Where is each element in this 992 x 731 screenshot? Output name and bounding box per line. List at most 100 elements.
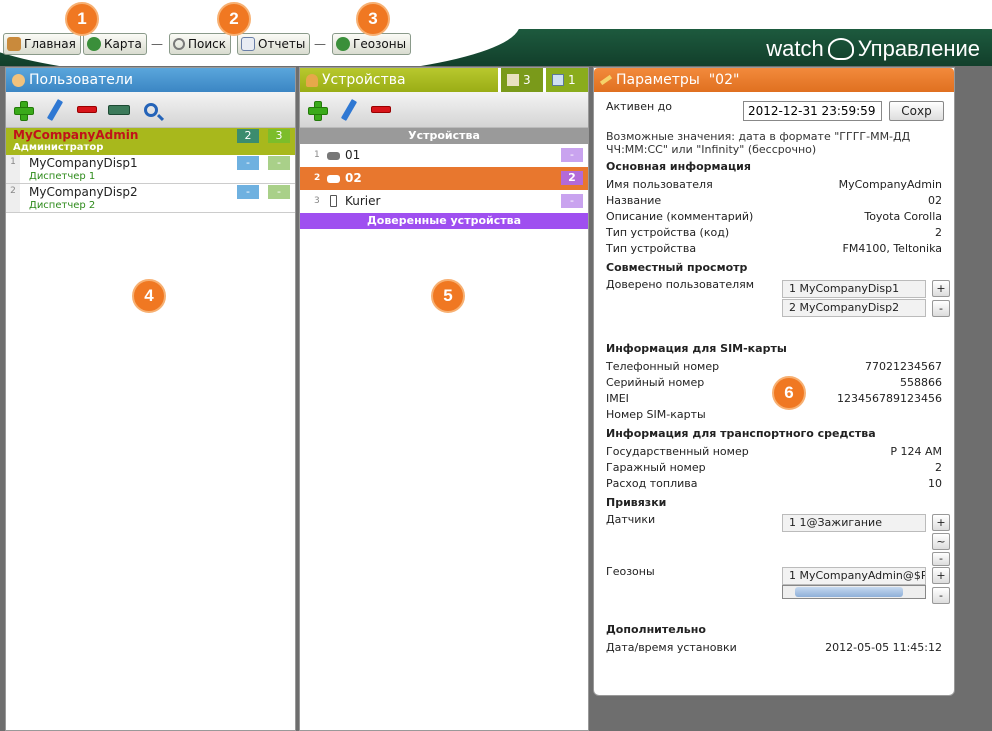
param-key: Имя пользователя bbox=[606, 178, 713, 191]
add-shared-user-button[interactable]: + bbox=[932, 280, 950, 297]
param-row: Телефонный номер 77021234567 bbox=[606, 359, 942, 375]
remove-geozone-button[interactable]: - bbox=[932, 587, 950, 604]
shared-users-row: Доверено пользователям 1 MyCompanyDisp1 … bbox=[606, 278, 950, 338]
admin-count-a: 2 bbox=[237, 129, 259, 143]
delete-user-button[interactable] bbox=[76, 99, 98, 121]
brand-left-text: watch bbox=[766, 36, 824, 61]
add-user-button[interactable] bbox=[12, 99, 34, 121]
devices-count-b: 1 bbox=[568, 73, 576, 87]
car-icon bbox=[327, 175, 340, 183]
row-index: 2 bbox=[6, 184, 20, 212]
shared-user-item[interactable]: 1 MyCompanyDisp1 bbox=[782, 280, 926, 298]
param-row: Гаражный номер 2 bbox=[606, 460, 942, 476]
users-panel: Пользователи MyCompanyAdmin Администрато… bbox=[5, 67, 296, 731]
password-button[interactable] bbox=[108, 99, 130, 121]
row-index: 2 bbox=[314, 173, 321, 183]
plus-icon bbox=[13, 100, 34, 121]
nav-search-button[interactable]: Поиск bbox=[169, 33, 232, 55]
device-badge: - bbox=[561, 148, 583, 162]
row-index: 3 bbox=[314, 196, 320, 206]
nav-separator: — bbox=[314, 37, 326, 51]
param-value: 2 bbox=[935, 461, 942, 474]
devices-section-header: Устройства bbox=[300, 128, 588, 144]
callout-badge: 3 bbox=[356, 2, 390, 36]
edit-user-button[interactable] bbox=[44, 98, 66, 121]
search-icon bbox=[144, 102, 158, 117]
devices-count-tab[interactable]: 3 bbox=[501, 68, 543, 92]
param-row: Государственный номер P 124 AM bbox=[606, 444, 942, 460]
trusted-count-tab[interactable]: 1 bbox=[546, 68, 588, 92]
row-index: 1 bbox=[6, 155, 20, 183]
nav-separator: — bbox=[151, 37, 163, 51]
chart-icon bbox=[552, 74, 564, 86]
param-row: Расход топлива 10 bbox=[606, 476, 942, 492]
sensor-item[interactable]: 1 1@Зажигание bbox=[782, 514, 926, 532]
admin-count-b: 3 bbox=[268, 129, 290, 143]
device-row[interactable]: 1 01 - bbox=[300, 144, 588, 167]
edit-device-button[interactable] bbox=[338, 98, 360, 121]
add-device-button[interactable] bbox=[306, 99, 328, 121]
nav-map-button[interactable]: Карта bbox=[83, 33, 147, 55]
save-button[interactable]: Сохр bbox=[889, 101, 944, 121]
report-chart-icon bbox=[241, 37, 255, 51]
params-panel-title: Параметры "02" bbox=[616, 72, 740, 88]
delete-device-button[interactable] bbox=[370, 99, 392, 121]
user-count-a: - bbox=[237, 185, 259, 199]
param-key: Расход топлива bbox=[606, 477, 698, 490]
device-row-selected[interactable]: 2 02 2 bbox=[300, 167, 588, 190]
signpost-icon bbox=[7, 37, 21, 51]
param-row: Имя пользователя MyCompanyAdmin bbox=[606, 177, 942, 193]
callout-badge: 1 bbox=[65, 2, 99, 36]
nav-home-button[interactable]: Главная bbox=[3, 33, 81, 55]
device-row[interactable]: 3 Kurier - bbox=[300, 190, 588, 213]
add-geozone-button[interactable]: + bbox=[932, 567, 950, 584]
user-row[interactable]: 1 MyCompanyDisp1 Диспетчер 1 - - bbox=[6, 155, 295, 184]
user-name: MyCompanyDisp2 bbox=[29, 185, 138, 199]
remove-shared-user-button[interactable]: - bbox=[932, 300, 950, 317]
eye-logo-icon bbox=[827, 38, 854, 60]
param-row: Номер SIM-карты bbox=[606, 407, 942, 423]
remove-sensor-button[interactable]: - bbox=[932, 552, 950, 566]
admin-role: Администратор bbox=[13, 142, 104, 153]
scrollbar-thumb[interactable] bbox=[795, 587, 903, 597]
search-user-button[interactable] bbox=[140, 99, 162, 121]
param-value: 2 bbox=[935, 226, 942, 239]
top-bar: Главная Карта — Поиск Отчеты — Геозоны w… bbox=[0, 0, 992, 66]
geozones-label: Геозоны bbox=[606, 565, 655, 578]
geozones-row: Геозоны 1 MyCompanyAdmin@$PAR + - bbox=[606, 565, 950, 621]
pencil-icon bbox=[340, 98, 358, 121]
param-value: P 124 AM bbox=[890, 445, 942, 458]
user-row[interactable]: 2 MyCompanyDisp2 Диспетчер 2 - - bbox=[6, 184, 295, 213]
edit-sensor-button[interactable]: ~ bbox=[932, 533, 950, 550]
magnifier-icon bbox=[173, 38, 185, 50]
nav-geozones-button[interactable]: Геозоны bbox=[332, 33, 412, 55]
globe-icon bbox=[87, 37, 101, 51]
sensors-row: Датчики 1 1@Зажигание + ~ - bbox=[606, 513, 950, 566]
nav-reports-button[interactable]: Отчеты bbox=[237, 33, 311, 55]
devices-toolbar bbox=[300, 92, 588, 128]
param-value: 02 bbox=[928, 194, 942, 207]
param-row: Тип устройства (код) 2 bbox=[606, 225, 942, 241]
param-key: Описание (комментарий) bbox=[606, 210, 754, 223]
nav-search-label: Поиск bbox=[188, 37, 227, 51]
devices-tab[interactable]: Устройства bbox=[300, 68, 498, 92]
param-value: 77021234567 bbox=[865, 360, 942, 373]
row-index: 1 bbox=[314, 150, 320, 160]
shared-user-item[interactable]: 2 MyCompanyDisp2 bbox=[782, 299, 926, 317]
param-value: MyCompanyAdmin bbox=[838, 178, 942, 191]
callout-badge: 2 bbox=[217, 2, 251, 36]
documents-icon bbox=[507, 74, 519, 86]
add-sensor-button[interactable]: + bbox=[932, 514, 950, 531]
param-key: Гаражный номер bbox=[606, 461, 706, 474]
nav-reports-label: Отчеты bbox=[258, 37, 306, 51]
pencil-icon bbox=[599, 74, 613, 86]
devices-panel-title: Устройства bbox=[322, 72, 406, 88]
keyboard-icon bbox=[108, 104, 130, 115]
device-name: Kurier bbox=[345, 194, 381, 208]
callout-badge: 6 bbox=[772, 376, 806, 410]
admin-row[interactable]: MyCompanyAdmin Администратор 2 3 bbox=[6, 128, 295, 155]
geozone-item[interactable]: 1 MyCompanyAdmin@$PAR bbox=[782, 567, 926, 585]
geozone-scrollbar[interactable] bbox=[782, 585, 926, 599]
shared-users-label: Доверено пользователям bbox=[606, 278, 755, 291]
active-until-input[interactable] bbox=[743, 101, 882, 121]
